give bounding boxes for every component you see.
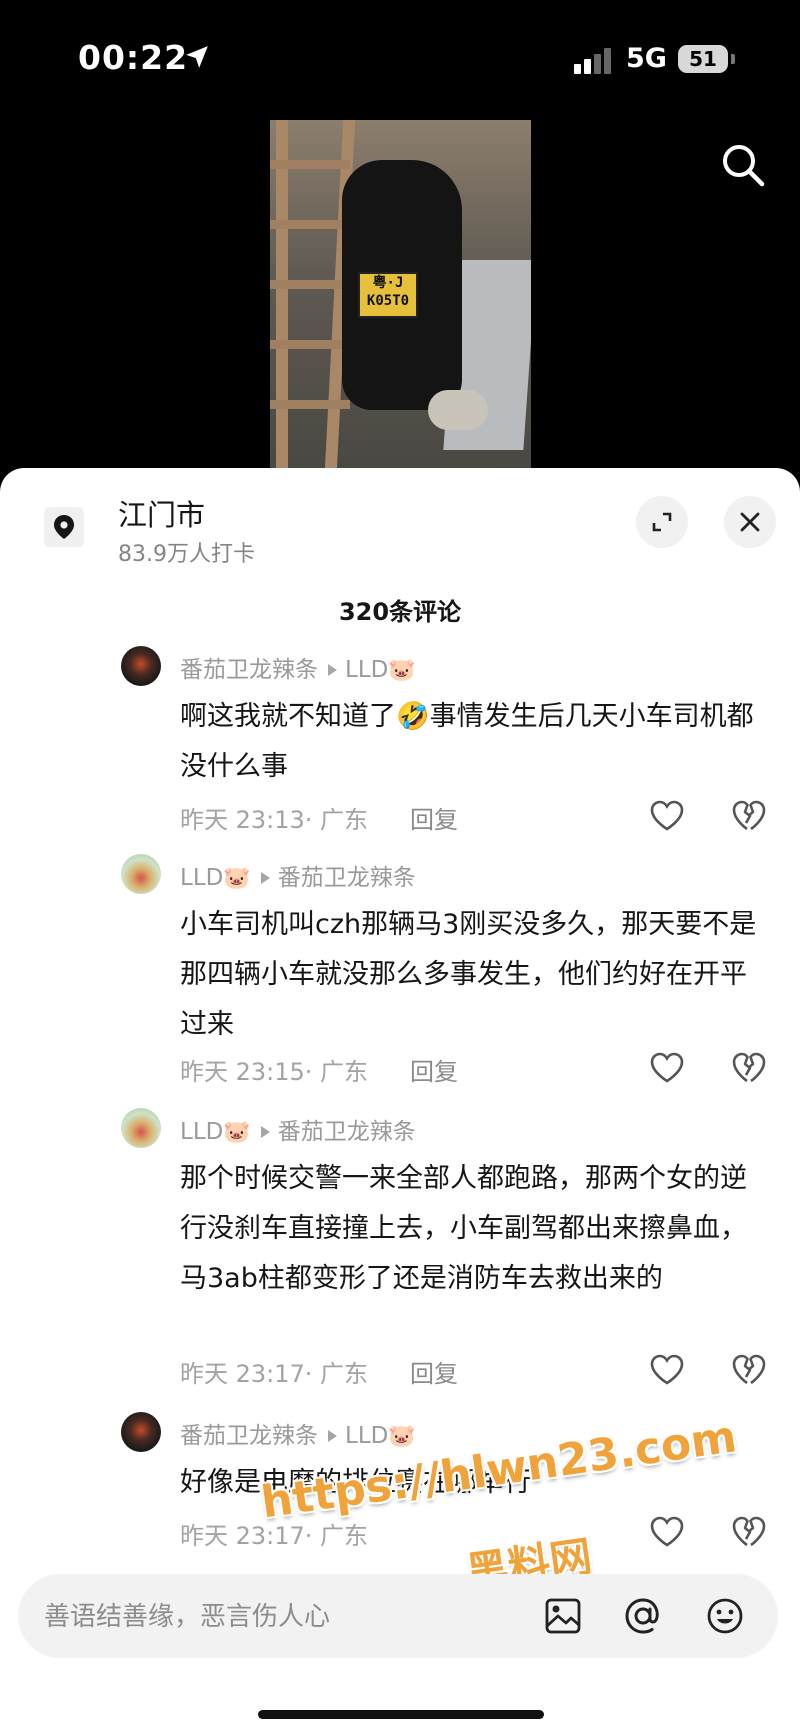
ladder-rung <box>270 340 350 349</box>
comment-region: · 广东 <box>304 1522 369 1550</box>
avatar[interactable] <box>121 1412 161 1452</box>
reply-arrow-icon <box>260 871 270 884</box>
comment-time: 昨天 23:15 <box>180 1058 305 1086</box>
reply-arrow-icon <box>328 663 337 676</box>
author-name[interactable]: 番茄卫龙辣条 <box>180 657 318 683</box>
comment-authors: 番茄卫龙辣条 LLD🐷 <box>180 650 416 684</box>
reply-button[interactable]: 回复 <box>410 1354 458 1389</box>
license-plate: 粤·J K05T0 <box>358 272 418 318</box>
heart-icon[interactable] <box>649 1516 685 1548</box>
ladder-rung <box>270 280 350 289</box>
avatar[interactable] <box>121 646 161 686</box>
reply-arrow-icon <box>328 1429 337 1442</box>
ladder-rung <box>270 160 350 169</box>
ladder-rail <box>276 120 288 470</box>
battery-icon: 51 <box>678 45 728 73</box>
comment-text: 小车司机叫czh那辆马3刚买没多久，那天要不是那四辆小车就没那么多事发生，他们约… <box>180 909 757 1040</box>
network-type: 5G <box>626 43 667 74</box>
location-title[interactable]: 江门市 <box>118 492 205 534</box>
avatar[interactable] <box>121 1108 161 1148</box>
comment-time: 昨天 23:17 <box>180 1522 305 1550</box>
location-arrow-icon <box>186 46 208 68</box>
home-indicator <box>258 1710 544 1719</box>
at-icon[interactable] <box>622 1595 664 1637</box>
battery-nub <box>731 54 735 64</box>
reply-button[interactable]: 回复 <box>410 800 458 835</box>
comment-authors: LLD🐷 番茄卫龙辣条 <box>180 1112 416 1146</box>
reply-to-name[interactable]: LLD <box>345 1423 388 1449</box>
comment-authors: 番茄卫龙辣条 LLD🐷 <box>180 1416 416 1450</box>
plate-line-2: K05T0 <box>366 293 410 309</box>
signal-icon <box>574 46 614 74</box>
status-time: 00:22 <box>78 38 189 77</box>
comment-time: 昨天 23:13 <box>180 806 305 834</box>
comment-authors: LLD🐷 番茄卫龙辣条 <box>180 858 416 892</box>
comment-time: 昨天 23:17 <box>180 1360 305 1388</box>
comment-meta: 昨天 23:15· 广东 <box>180 1052 368 1087</box>
video-preview[interactable]: 粤·J K05T0 <box>270 120 531 470</box>
reply-to-name[interactable]: LLD <box>345 657 388 683</box>
comment-meta: 昨天 23:13· 广东 <box>180 800 368 835</box>
comment-text: 那个时候交警一来全部人都跑路，那两个女的逆行没刹车直接撞上去，小车副驾都出来擦鼻… <box>180 1163 747 1294</box>
broken-heart-icon[interactable] <box>731 1052 767 1084</box>
location-checkins: 83.9万人打卡 <box>118 542 255 567</box>
author-name[interactable]: 番茄卫龙辣条 <box>180 1423 318 1449</box>
status-bar: 00:22 5G 51 <box>0 0 800 110</box>
heart-icon[interactable] <box>649 1354 685 1386</box>
author-name[interactable]: LLD <box>180 865 223 891</box>
ladder-rung <box>270 400 350 409</box>
close-button[interactable] <box>724 496 776 548</box>
comment-input-bar <box>18 1574 778 1658</box>
reply-arrow-icon <box>260 1125 270 1138</box>
expand-button[interactable] <box>636 496 688 548</box>
comment-region: · 广东 <box>304 1058 369 1086</box>
image-icon[interactable] <box>542 1595 584 1637</box>
comment-input[interactable] <box>42 1594 506 1640</box>
search-icon[interactable] <box>718 140 768 190</box>
comment-count: 320条评论 <box>338 598 462 626</box>
reply-to-name[interactable]: 番茄卫龙辣条 <box>278 1119 416 1145</box>
broken-heart-icon[interactable] <box>731 1516 767 1548</box>
author-name[interactable]: LLD <box>180 1119 223 1145</box>
pig-emoji-icon: 🐷 <box>223 866 251 891</box>
location-pin-icon <box>44 507 84 547</box>
comment-region: · 广东 <box>304 806 369 834</box>
plate-line-1: 粤·J <box>372 275 404 291</box>
avatar[interactable] <box>121 854 161 894</box>
pipe <box>428 390 488 430</box>
broken-heart-icon[interactable] <box>731 1354 767 1386</box>
pig-emoji-icon: 🐷 <box>223 1120 251 1145</box>
pig-emoji-icon: 🐷 <box>388 658 416 683</box>
close-icon <box>740 512 760 532</box>
reply-to-name[interactable]: 番茄卫龙辣条 <box>278 865 416 891</box>
comment-meta: 昨天 23:17· 广东 <box>180 1354 368 1389</box>
expand-icon <box>652 512 672 532</box>
emoji-icon[interactable] <box>704 1595 746 1637</box>
comment-region: · 广东 <box>304 1360 369 1388</box>
pig-emoji-icon: 🐷 <box>388 1424 416 1449</box>
comment-text: 啊这我就不知道了🤣事情发生后几天小车司机都没什么事 <box>180 701 754 782</box>
reply-button[interactable]: 回复 <box>410 1052 458 1087</box>
broken-heart-icon[interactable] <box>731 800 767 832</box>
comment-panel: 江门市 83.9万人打卡 320条评论 番茄卫龙辣条 LLD🐷 啊这我就不知道了🤣… <box>0 468 800 1735</box>
heart-icon[interactable] <box>649 800 685 832</box>
ladder-rung <box>270 220 350 229</box>
heart-icon[interactable] <box>649 1052 685 1084</box>
